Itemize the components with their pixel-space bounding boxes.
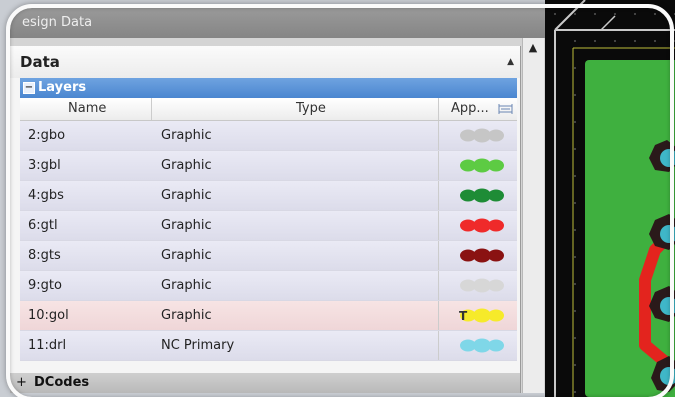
layer-row[interactable]: 8:gts Graphic xyxy=(20,241,517,271)
layer-color-swatch-icon[interactable] xyxy=(458,188,506,203)
layer-type: Graphic xyxy=(161,158,212,173)
vertical-scrollbar[interactable]: ▲ xyxy=(522,38,544,393)
layer-name: 2:gbo xyxy=(28,128,66,143)
layer-appearance-cell[interactable] xyxy=(438,211,518,240)
screenshot-frame: esign Data Data ▲ − Layers Name Type App… xyxy=(0,0,675,397)
column-header-name[interactable]: Name xyxy=(68,98,106,120)
layer-row[interactable]: 6:gtl Graphic xyxy=(20,211,517,241)
layer-appearance-cell[interactable] xyxy=(438,271,518,300)
layers-section-label: Layers xyxy=(38,80,87,95)
layer-row[interactable]: 3:gbl Graphic xyxy=(20,151,517,181)
expand-toggle[interactable]: + xyxy=(16,373,27,393)
data-area: Data ▲ − Layers Name Type App... 2:gbo G… xyxy=(10,46,521,393)
design-data-panel: esign Data Data ▲ − Layers Name Type App… xyxy=(10,8,545,393)
column-divider xyxy=(438,98,439,120)
layer-type: Graphic xyxy=(161,248,212,263)
layer-row[interactable]: 10:gol Graphic T xyxy=(20,301,517,331)
collapse-toggle[interactable]: − xyxy=(23,82,35,94)
column-header-appearance[interactable]: App... xyxy=(451,98,489,120)
layer-color-swatch-icon[interactable]: T xyxy=(458,308,506,323)
layer-type: Graphic xyxy=(161,128,212,143)
dcodes-section-label: DCodes xyxy=(34,375,90,390)
column-resize-icon[interactable] xyxy=(498,104,513,114)
layer-name: 8:gts xyxy=(28,248,61,263)
layer-type: Graphic xyxy=(161,218,212,233)
layer-type: Graphic xyxy=(161,188,212,203)
text-layer-icon: T xyxy=(459,309,468,323)
layers-table-body: 2:gbo Graphic 3:gbl Graphic 4:gbs Graphic 6:gt… xyxy=(20,121,517,361)
dcodes-section-header[interactable]: + DCodes xyxy=(10,373,520,393)
layer-name: 11:drl xyxy=(28,338,67,353)
layer-appearance-cell[interactable] xyxy=(438,181,518,210)
layer-color-swatch-icon[interactable] xyxy=(458,128,506,143)
layer-color-swatch-icon[interactable] xyxy=(458,158,506,173)
layers-table-header: Name Type App... xyxy=(20,98,517,121)
layer-type: Graphic xyxy=(161,308,212,323)
layer-name: 10:gol xyxy=(28,308,69,323)
panel-title: esign Data xyxy=(10,8,545,38)
layer-name: 4:gbs xyxy=(28,188,64,203)
layer-appearance-cell[interactable] xyxy=(438,121,518,150)
layer-name: 9:gto xyxy=(28,278,62,293)
layer-color-swatch-icon[interactable] xyxy=(458,278,506,293)
triangle-up-icon[interactable]: ▲ xyxy=(525,40,541,56)
layer-type: Graphic xyxy=(161,278,212,293)
layer-color-swatch-icon[interactable] xyxy=(458,218,506,233)
pcb-board-graphic xyxy=(545,0,675,397)
data-header[interactable]: Data ▲ xyxy=(10,46,520,78)
layer-color-swatch-icon[interactable] xyxy=(458,248,506,263)
triangle-up-icon[interactable]: ▲ xyxy=(507,46,514,78)
data-header-label: Data xyxy=(20,53,60,71)
column-divider xyxy=(151,98,152,120)
layer-name: 6:gtl xyxy=(28,218,58,233)
layer-color-swatch-icon[interactable] xyxy=(458,338,506,353)
layer-row[interactable]: 4:gbs Graphic xyxy=(20,181,517,211)
layer-appearance-cell[interactable] xyxy=(438,241,518,270)
layer-row[interactable]: 2:gbo Graphic xyxy=(20,121,517,151)
layers-section-header[interactable]: − Layers xyxy=(20,78,517,98)
layer-appearance-cell[interactable] xyxy=(438,151,518,180)
column-header-type[interactable]: Type xyxy=(296,98,326,120)
layer-name: 3:gbl xyxy=(28,158,61,173)
layer-row[interactable]: 11:drl NC Primary xyxy=(20,331,517,361)
layer-appearance-cell[interactable]: T xyxy=(438,301,518,330)
pcb-canvas[interactable] xyxy=(545,0,675,397)
layer-type: NC Primary xyxy=(161,338,235,353)
layer-row[interactable]: 9:gto Graphic xyxy=(20,271,517,301)
layer-appearance-cell[interactable] xyxy=(438,331,518,360)
